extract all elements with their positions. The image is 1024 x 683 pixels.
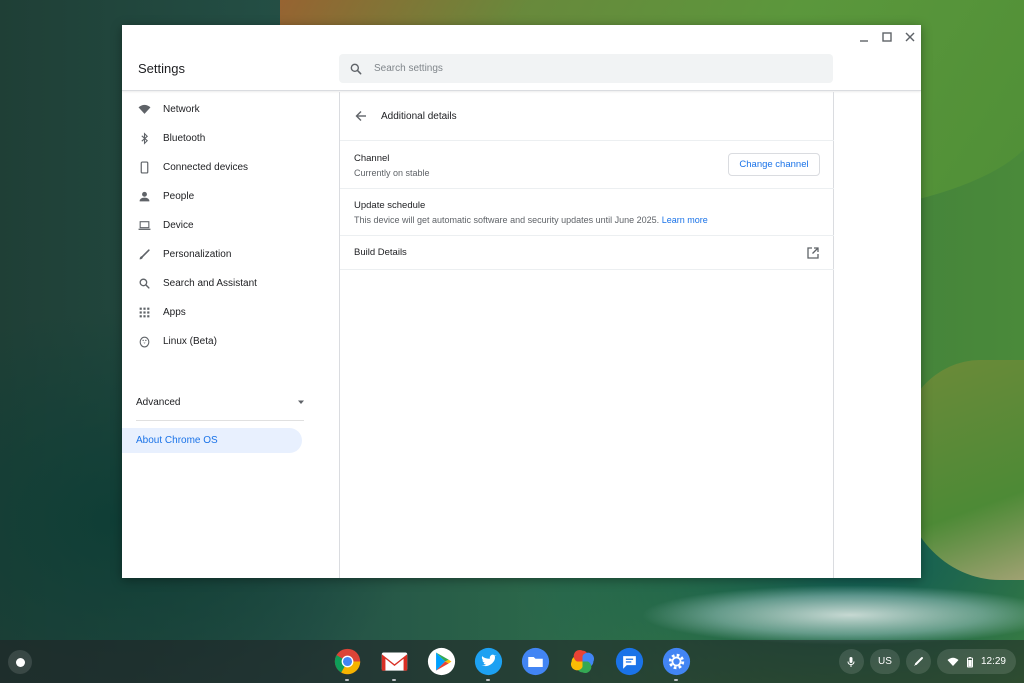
- shelf-app-twitter[interactable]: [473, 646, 504, 681]
- play-store-icon: [427, 647, 456, 676]
- dropdown-arrow-icon: [298, 400, 304, 404]
- laptop-icon: [138, 219, 151, 232]
- running-indicator: [674, 679, 678, 681]
- close-icon: [905, 32, 914, 42]
- chrome-icon: [334, 648, 361, 675]
- sidebar-item-label: Connected devices: [163, 162, 249, 173]
- learn-more-link[interactable]: Learn more: [662, 215, 708, 225]
- search-icon: [138, 277, 151, 290]
- change-channel-button[interactable]: Change channel: [728, 153, 820, 176]
- sidebar-item-search-and-assistant[interactable]: Search and Assistant: [122, 269, 339, 298]
- minimize-button[interactable]: [852, 25, 875, 49]
- shelf-app-gmail[interactable]: [379, 646, 410, 681]
- update-schedule-description: This device will get automatic software …: [354, 215, 708, 225]
- shelf: US 12:29: [0, 640, 1024, 683]
- maximize-button[interactable]: [875, 25, 898, 49]
- system-status-area[interactable]: 12:29: [936, 649, 1016, 674]
- shelf-app-photos[interactable]: [567, 646, 598, 677]
- running-indicator: [345, 679, 349, 681]
- sidebar-item-label: Bluetooth: [163, 133, 206, 144]
- sidebar-item-linux[interactable]: Linux (Beta): [122, 327, 339, 356]
- sidebar-item-bluetooth[interactable]: Bluetooth: [122, 124, 339, 153]
- photos-icon: [570, 649, 595, 674]
- mic-button[interactable]: [838, 649, 864, 674]
- gmail-icon: [381, 652, 408, 671]
- settings-main-panel: Additional details Channel Currently on …: [339, 92, 834, 578]
- brush-icon: [138, 248, 151, 261]
- stylus-button[interactable]: [905, 649, 931, 674]
- sidebar-item-label: Apps: [163, 307, 186, 318]
- sidebar-item-label: Linux (Beta): [163, 336, 217, 347]
- channel-status: Currently on stable: [354, 168, 430, 178]
- search-box[interactable]: [339, 54, 833, 83]
- sidebar-advanced-toggle[interactable]: Advanced: [136, 392, 306, 412]
- update-schedule-row: Update schedule This device will get aut…: [340, 189, 834, 236]
- sidebar-item-label: Network: [163, 104, 200, 115]
- window-caption-buttons: [852, 25, 921, 51]
- open-in-new-icon[interactable]: [806, 246, 820, 260]
- shelf-apps: [332, 646, 692, 681]
- wifi-icon: [138, 103, 151, 116]
- search-input[interactable]: [374, 63, 774, 74]
- sidebar-item-apps[interactable]: Apps: [122, 298, 339, 327]
- settings-window: Settings Network Bluetooth Connected dev…: [122, 25, 921, 578]
- sidebar-item-personalization[interactable]: Personalization: [122, 240, 339, 269]
- shelf-app-chrome[interactable]: [332, 646, 363, 681]
- files-icon: [521, 647, 550, 676]
- linux-penguin-icon: [138, 335, 151, 348]
- sidebar-item-about-chrome-os[interactable]: About Chrome OS: [122, 428, 302, 453]
- shelf-app-settings[interactable]: [661, 646, 692, 681]
- shelf-app-messages[interactable]: [614, 646, 645, 677]
- update-schedule-text: This device will get automatic software …: [354, 215, 660, 225]
- sidebar-item-label: Device: [163, 220, 194, 231]
- page-title: Additional details: [381, 110, 457, 122]
- sidebar-item-device[interactable]: Device: [122, 211, 339, 240]
- app-title: Settings: [138, 61, 185, 76]
- settings-icon: [662, 647, 691, 676]
- messages-icon: [615, 647, 644, 676]
- battery-icon: [966, 656, 973, 667]
- back-arrow-icon: [355, 111, 366, 121]
- channel-row: Channel Currently on stable Change chann…: [340, 142, 834, 189]
- page-header: Additional details: [340, 92, 834, 141]
- shelf-app-files[interactable]: [520, 646, 551, 677]
- minimize-icon: [859, 40, 868, 42]
- person-icon: [138, 190, 151, 203]
- build-details-title: Build Details: [354, 247, 407, 258]
- clock: 12:29: [980, 656, 1006, 667]
- keyboard-layout-label: US: [878, 656, 892, 667]
- sidebar-item-label: People: [163, 191, 195, 202]
- sidebar-item-label: Personalization: [163, 249, 232, 260]
- wallpaper-surf: [640, 585, 1024, 645]
- maximize-icon: [881, 32, 892, 42]
- keyboard-layout-button[interactable]: US: [869, 649, 900, 674]
- sidebar-item-people[interactable]: People: [122, 182, 339, 211]
- running-indicator: [486, 679, 490, 681]
- channel-title: Channel: [354, 153, 390, 164]
- running-indicator: [392, 679, 396, 681]
- bluetooth-icon: [138, 132, 151, 145]
- settings-sidebar: Network Bluetooth Connected devices Peop…: [122, 92, 339, 578]
- update-schedule-title: Update schedule: [354, 200, 426, 211]
- sidebar-item-connected-devices[interactable]: Connected devices: [122, 153, 339, 182]
- sidebar-item-label: Search and Assistant: [163, 278, 257, 289]
- stylus-icon: [914, 656, 924, 666]
- launcher-button[interactable]: [8, 650, 32, 674]
- status-tray: US 12:29: [838, 649, 1016, 674]
- phone-icon: [138, 161, 151, 174]
- microphone-icon: [847, 656, 855, 667]
- advanced-label: Advanced: [136, 396, 181, 408]
- search-icon: [350, 63, 362, 74]
- sidebar-item-network[interactable]: Network: [122, 95, 339, 124]
- build-details-row[interactable]: Build Details: [340, 236, 834, 270]
- twitter-icon: [474, 647, 503, 676]
- back-button[interactable]: [353, 108, 369, 124]
- settings-toolbar: Settings: [122, 25, 921, 91]
- sidebar-divider: [136, 420, 304, 421]
- wifi-icon: [947, 657, 959, 666]
- apps-grid-icon: [138, 306, 151, 319]
- sidebar-item-label: About Chrome OS: [136, 435, 218, 446]
- close-button[interactable]: [898, 25, 921, 49]
- shelf-app-play-store[interactable]: [426, 646, 457, 677]
